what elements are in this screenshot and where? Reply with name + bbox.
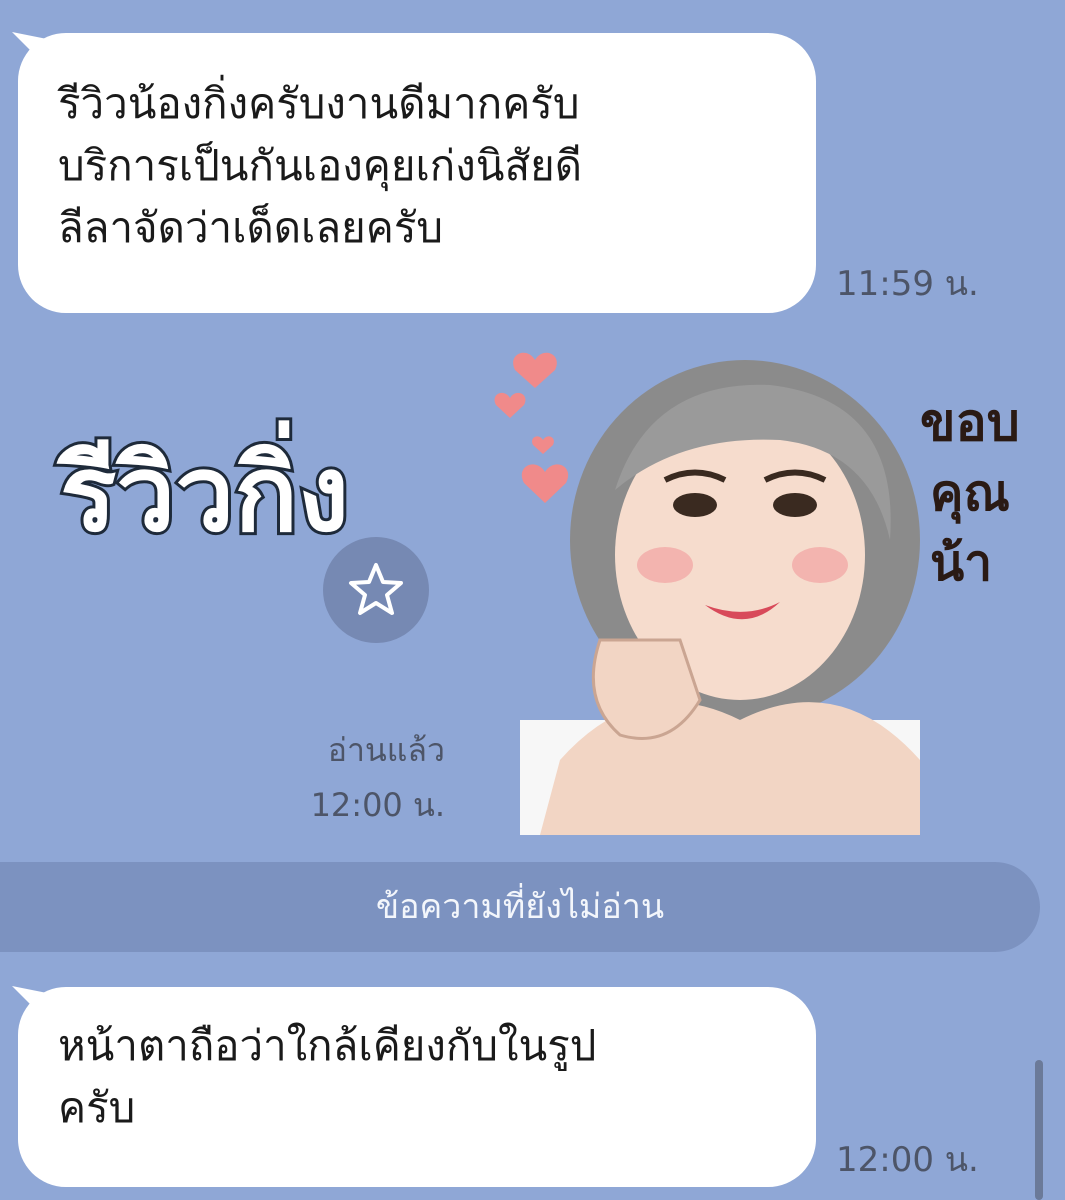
read-status: อ่านแล้ว [327,731,445,769]
message-time: 11:59 น. [836,264,979,304]
message-line: ลีลาจัดว่าเด็ดเลยครับ [58,203,444,252]
sticker-side-line: คุณ [930,464,1010,524]
message-line: ครับ [58,1083,136,1132]
message-line: บริการเป็นกันเองคุยเก่งนิสัยดี [58,141,582,190]
message-bubble-2[interactable]: หน้าตาถือว่าใกล้เคียงกับในรูป ครับ [18,987,816,1187]
star-outline-icon [349,563,403,615]
sticker-side-line: ขอบ [920,393,1020,453]
message-line: หน้าตาถือว่าใกล้เคียงกับในรูป [58,1021,597,1070]
scrollbar[interactable] [1035,1060,1043,1200]
sticker[interactable]: รีวิวกิ่ง ขอบ คุณ น้า [40,340,1020,835]
sticker-side-line: น้า [930,534,992,592]
sticker-title: รีวิวกิ่ง [56,420,349,555]
character-illustration [520,360,920,835]
message-time: 12:00 น. [836,1140,979,1180]
message-line: รีวิวน้องกิ่งครับงานดีมากครับ [58,79,580,128]
unread-divider: ข้อความที่ยังไม่อ่าน [0,862,1040,952]
message-bubble-1[interactable]: รีวิวน้องกิ่งครับงานดีมากครับ บริการเป็น… [18,33,816,313]
sticker-favorite-button[interactable] [323,537,429,643]
heart-icons [494,352,569,503]
sticker-time: 12:00 น. [310,786,445,824]
